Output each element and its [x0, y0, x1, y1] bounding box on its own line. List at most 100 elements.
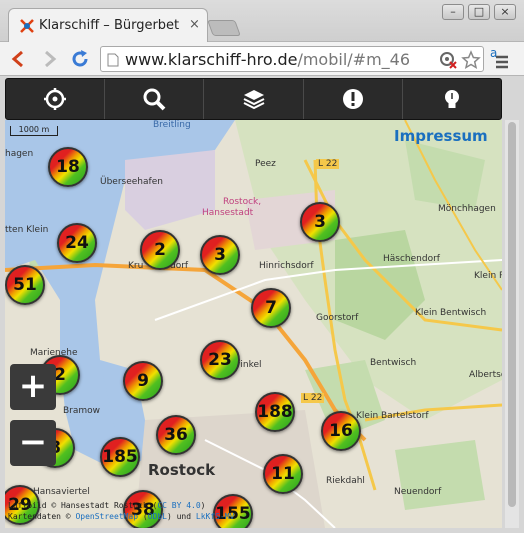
browser-titlebar: Klarschiff – Bürgerbet × – □ ×: [0, 0, 524, 42]
scrollbar-thumb[interactable]: [508, 122, 516, 507]
issue-cluster[interactable]: 7: [251, 288, 291, 328]
search-button[interactable]: [105, 79, 205, 119]
attribution-osm-link[interactable]: OpenStreetMap: [75, 512, 138, 521]
browser-tab[interactable]: Klarschiff – Bürgerbet ×: [8, 8, 208, 42]
minimize-button[interactable]: –: [442, 4, 464, 20]
zoom-out-button[interactable]: −: [10, 420, 56, 466]
map-attribution: Luftbild © Hansestadt Rostock (CC BY 4.0…: [8, 500, 234, 522]
issue-cluster[interactable]: 18: [48, 147, 88, 187]
maximize-button[interactable]: □: [468, 4, 490, 20]
cluster-count: 16: [329, 421, 353, 441]
lightbulb-icon: [444, 90, 459, 108]
issue-cluster[interactable]: 9: [123, 361, 163, 401]
label-rostock: Rostock: [148, 461, 216, 479]
label-hinrichsdorf: Hinrichsdorf: [259, 261, 314, 271]
cluster-count: 9: [137, 371, 149, 391]
label-bramow: Bramow: [63, 406, 101, 416]
cluster-count: 51: [13, 275, 37, 295]
label-hagen: hagen: [5, 149, 34, 159]
label-goorstorf: Goorstorf: [316, 313, 359, 323]
cluster-count: 23: [208, 350, 232, 370]
idea-button[interactable]: [403, 79, 501, 119]
label-bentwisch: Bentwisch: [370, 358, 417, 368]
cluster-count: 2: [154, 240, 166, 260]
url-host: www.klarschiff-hro.de: [125, 50, 298, 69]
issue-cluster[interactable]: 23: [200, 340, 240, 380]
page-icon: [107, 53, 119, 67]
browser-toolbar: www.klarschiff-hro.de/mobil/#m_46 a: [0, 42, 524, 76]
attribution-sep: (: [138, 512, 148, 521]
attribution-cc-link[interactable]: CC BY 4.0: [157, 501, 200, 510]
issue-cluster[interactable]: 3: [300, 202, 340, 242]
issue-cluster[interactable]: 51: [5, 265, 45, 305]
scale-bar: 1000 m: [10, 126, 58, 136]
label-klein-r: Klein R: [474, 271, 502, 281]
label-rostock-hanse: Rostock,: [223, 197, 262, 207]
report-button[interactable]: [304, 79, 403, 119]
close-window-button[interactable]: ×: [494, 4, 516, 20]
issue-cluster[interactable]: 3: [200, 235, 240, 275]
label-ueberseehafen: Überseehafen: [100, 177, 163, 187]
label-klein-bartelstorf: Klein Bartelstorf: [356, 411, 429, 421]
bookmark-star-icon[interactable]: [461, 50, 481, 70]
attribution-and: ) und: [166, 512, 196, 521]
locate-button[interactable]: [6, 79, 106, 119]
label-klein-bentwisch: Klein Bentwisch: [415, 308, 487, 318]
label-tten-klein: tten Klein: [5, 225, 49, 235]
label-haeschendorf: Häschendorf: [383, 254, 440, 264]
attribution-aerial-text: Luftbild © Hansestadt Rostock (: [8, 501, 158, 510]
url-text: www.klarschiff-hro.de/mobil/#m_46: [125, 50, 410, 69]
label-albertsdorf: Albertsd: [469, 370, 502, 380]
issue-cluster[interactable]: 188: [255, 392, 295, 432]
cluster-count: 3: [214, 245, 226, 265]
issue-cluster[interactable]: 16: [321, 411, 361, 451]
back-icon[interactable]: [10, 50, 28, 68]
url-path: /mobil/#m_46: [297, 50, 411, 69]
impressum-link[interactable]: Impressum: [394, 127, 488, 145]
attribution-lkkfs-link[interactable]: LkKfS-MV: [196, 512, 235, 521]
layers-icon: [243, 90, 264, 110]
cluster-count: 11: [271, 464, 295, 484]
issue-cluster[interactable]: 24: [57, 223, 97, 263]
tab-close-button[interactable]: ×: [189, 17, 200, 32]
issue-cluster[interactable]: 36: [156, 415, 196, 455]
attribution-data-text: Kartendaten ©: [8, 512, 76, 521]
label-road-l22-south: L 22: [301, 393, 325, 403]
blocked-location-icon[interactable]: [439, 51, 457, 69]
cluster-count: 18: [56, 157, 80, 177]
tab-title: Klarschiff – Bürgerbet: [39, 18, 180, 33]
label-neuendorf: Neuendorf: [394, 487, 442, 497]
scrollbar[interactable]: [505, 120, 519, 528]
issue-cluster[interactable]: 11: [263, 454, 303, 494]
attribution-odbl-link[interactable]: ODbL: [148, 512, 167, 521]
alert-icon: [342, 89, 363, 109]
search-icon: [143, 88, 166, 111]
new-tab-button[interactable]: [207, 20, 241, 36]
app-toolbar: [5, 78, 502, 120]
cluster-count: 7: [265, 298, 277, 318]
forward-icon[interactable]: [40, 50, 58, 68]
issue-cluster[interactable]: 2: [140, 230, 180, 270]
label-road-l22-north: L 22: [316, 159, 340, 169]
label-breitling: Breitling: [153, 120, 191, 130]
cluster-count: 24: [65, 233, 89, 253]
reload-icon[interactable]: [70, 49, 90, 69]
klarschiff-favicon-icon: [20, 19, 34, 33]
cluster-count: 185: [102, 447, 138, 467]
layers-button[interactable]: [204, 79, 304, 119]
label-hansestadt: Hansestadt: [202, 208, 254, 218]
attribution-close-paren: ): [200, 501, 206, 510]
label-hansaviertel: Hansaviertel: [33, 487, 90, 497]
address-bar[interactable]: www.klarschiff-hro.de/mobil/#m_46: [100, 46, 484, 72]
zoom-in-button[interactable]: +: [10, 364, 56, 410]
cluster-count: 188: [257, 402, 293, 422]
label-peez: Peez: [255, 159, 276, 169]
label-riekdahl: Riekdahl: [326, 476, 365, 486]
label-moenchhagen: Mönchhagen: [438, 204, 496, 214]
menu-icon[interactable]: [494, 54, 510, 70]
cluster-count: 36: [164, 425, 188, 445]
map-view[interactable]: Breitling Peez Überseehafen Rostock, Han…: [5, 120, 502, 528]
issue-cluster[interactable]: 185: [100, 437, 140, 477]
cluster-count: 3: [314, 212, 326, 232]
locate-icon: [44, 88, 67, 110]
